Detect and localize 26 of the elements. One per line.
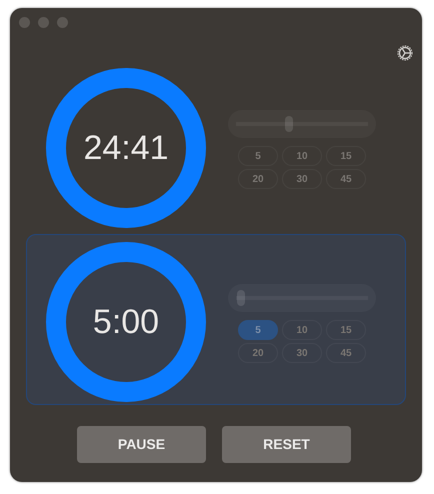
window-control-dot[interactable] <box>57 17 68 28</box>
preset-button[interactable]: 45 <box>326 169 366 189</box>
preset-button[interactable]: 5 <box>238 320 278 340</box>
preset-button[interactable]: 45 <box>326 343 366 363</box>
time-display: 24:41 <box>83 128 169 168</box>
window-control-dot[interactable] <box>38 17 49 28</box>
settings-icon[interactable] <box>396 44 414 62</box>
preset-button[interactable]: 10 <box>282 320 322 340</box>
duration-slider[interactable] <box>228 284 376 312</box>
timer-panel[interactable]: 5:00 5 10 15 20 30 45 <box>26 234 406 405</box>
window-control-dot[interactable] <box>19 17 30 28</box>
preset-button[interactable]: 5 <box>238 146 278 166</box>
action-button[interactable]: PAUSE <box>77 426 206 463</box>
slider-thumb[interactable] <box>237 290 246 306</box>
preset-button[interactable]: 15 <box>326 320 366 340</box>
preset-button[interactable]: 30 <box>282 343 322 363</box>
preset-button[interactable]: 20 <box>238 169 278 189</box>
preset-button[interactable]: 30 <box>282 169 322 189</box>
slider-thumb[interactable] <box>284 116 293 132</box>
preset-button[interactable]: 20 <box>238 343 278 363</box>
timer-panel[interactable]: 24:41 5 10 15 20 30 45 <box>26 60 406 231</box>
time-display: 5:00 <box>92 302 160 342</box>
duration-slider[interactable] <box>228 110 376 138</box>
action-button[interactable]: RESET <box>222 426 351 463</box>
preset-button[interactable]: 15 <box>326 146 366 166</box>
preset-button[interactable]: 10 <box>282 146 322 166</box>
